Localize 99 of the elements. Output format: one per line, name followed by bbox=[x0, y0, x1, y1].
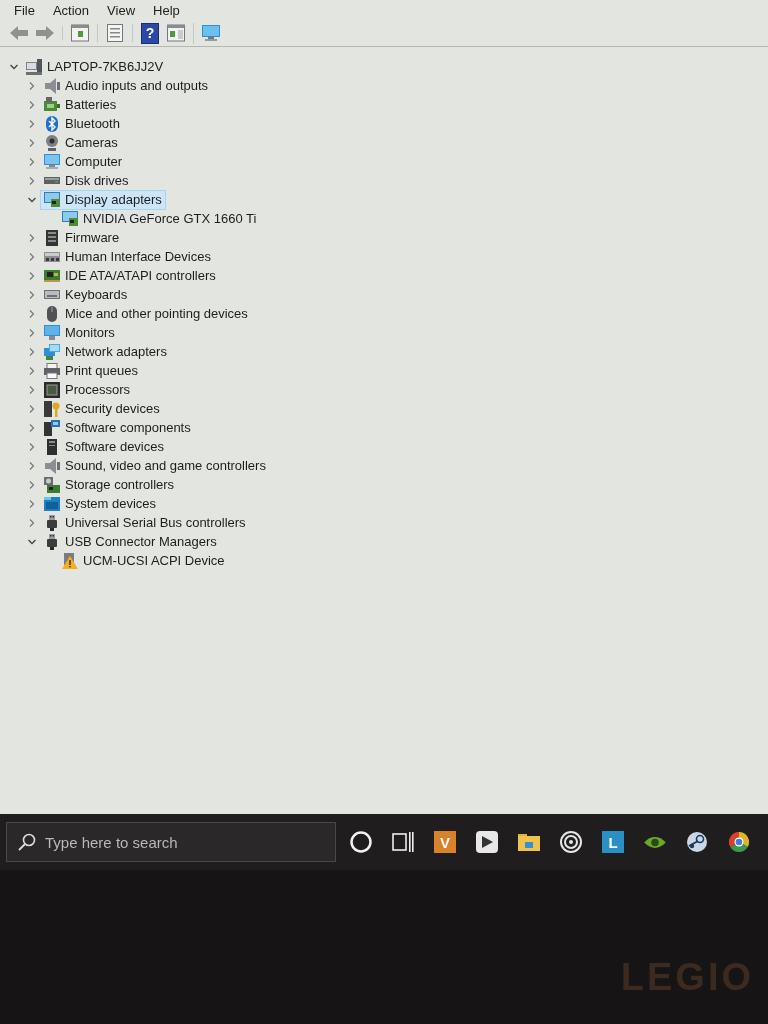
window-pane-icon[interactable] bbox=[71, 24, 89, 42]
chevron-right-icon[interactable] bbox=[28, 347, 36, 356]
system-folder-icon bbox=[44, 496, 60, 511]
storage-controller-icon bbox=[44, 476, 60, 493]
chevron-right-icon[interactable] bbox=[28, 233, 36, 242]
display-adapter-icon bbox=[62, 211, 78, 226]
chevron-right-icon[interactable] bbox=[28, 290, 36, 299]
segmented-circle-icon[interactable] bbox=[728, 831, 750, 853]
chevron-right-icon[interactable] bbox=[28, 309, 36, 318]
tree-item[interactable]: LAPTOP-7KB6JJ2V bbox=[22, 56, 168, 77]
concentric-rings-icon[interactable] bbox=[560, 831, 582, 853]
tree-item[interactable]: Software components bbox=[40, 417, 195, 438]
tree-item[interactable]: Bluetooth bbox=[40, 113, 124, 134]
play-icon[interactable] bbox=[476, 831, 498, 853]
display-adapter-icon bbox=[44, 192, 60, 207]
battery-icon bbox=[44, 96, 60, 113]
tree-item[interactable]: USB Connector Managers bbox=[40, 531, 221, 552]
tower-icon bbox=[47, 438, 57, 455]
chevron-right-icon[interactable] bbox=[28, 119, 36, 128]
chevron-down-icon[interactable] bbox=[28, 195, 36, 204]
tree-item[interactable]: Monitors bbox=[40, 322, 119, 343]
chevron-right-icon[interactable] bbox=[28, 252, 36, 261]
bluetooth-icon bbox=[46, 115, 58, 132]
key-circle-icon[interactable] bbox=[686, 831, 708, 853]
tree-item[interactable]: Security devices bbox=[40, 398, 164, 419]
chevron-down-icon[interactable] bbox=[10, 62, 18, 71]
chevron-right-icon[interactable] bbox=[28, 366, 36, 375]
mouse-icon bbox=[47, 305, 57, 322]
chevron-down-icon[interactable] bbox=[28, 537, 36, 546]
eye-logo-icon[interactable] bbox=[644, 835, 666, 849]
tree-item[interactable]: Processors bbox=[40, 379, 135, 400]
tree-item[interactable]: Network adapters bbox=[40, 341, 171, 362]
tree-item[interactable]: System devices bbox=[40, 493, 161, 514]
network-icon bbox=[44, 343, 60, 360]
tree-item[interactable]: Human Interface Devices bbox=[40, 246, 215, 267]
chevron-right-icon[interactable] bbox=[28, 499, 36, 508]
chip-icon bbox=[46, 229, 58, 246]
tree-item[interactable]: Universal Serial Bus controllers bbox=[40, 512, 250, 533]
monitor-icon bbox=[44, 154, 60, 169]
document-icon[interactable] bbox=[106, 24, 124, 42]
printer-icon bbox=[44, 362, 60, 379]
chevron-right-icon[interactable] bbox=[28, 442, 36, 451]
menu-item[interactable]: File bbox=[12, 3, 37, 18]
speaker-icon bbox=[44, 77, 60, 94]
tree-item[interactable]: Computer bbox=[40, 151, 127, 172]
input-device-icon bbox=[44, 251, 60, 262]
chevron-right-icon[interactable] bbox=[28, 328, 36, 337]
tree-item[interactable]: Software devices bbox=[40, 436, 168, 457]
tree-item[interactable]: UCM-UCSI ACPI Device bbox=[58, 550, 229, 571]
chevron-right-icon[interactable] bbox=[28, 423, 36, 432]
warning-device-icon bbox=[62, 552, 78, 569]
window-pane-icon[interactable] bbox=[167, 24, 185, 42]
tree-item[interactable]: Batteries bbox=[40, 94, 121, 115]
tree-item[interactable]: Keyboards bbox=[40, 284, 132, 305]
security-device-icon bbox=[44, 400, 60, 417]
tree-item[interactable]: Cameras bbox=[40, 132, 122, 153]
software-component-icon bbox=[44, 419, 60, 436]
tree-item[interactable]: NVIDIA GeForce GTX 1660 Ti bbox=[58, 208, 261, 229]
monitor-icon[interactable] bbox=[202, 24, 220, 42]
usb-plug-icon bbox=[47, 533, 57, 550]
chevron-right-icon[interactable] bbox=[28, 480, 36, 489]
tree-item[interactable]: Display adapters bbox=[40, 189, 166, 210]
tree-item[interactable]: Storage controllers bbox=[40, 474, 179, 495]
chevron-right-icon[interactable] bbox=[28, 100, 36, 109]
menu-item[interactable]: Help bbox=[151, 3, 182, 18]
tree-item[interactable]: Sound, video and game controllers bbox=[40, 455, 270, 476]
chevron-right-icon[interactable] bbox=[28, 81, 36, 90]
chevron-right-icon[interactable] bbox=[28, 157, 36, 166]
menu-item[interactable]: View bbox=[105, 3, 138, 18]
keyboard-icon bbox=[44, 290, 60, 299]
tree-item[interactable]: IDE ATA/ATAPI controllers bbox=[40, 265, 220, 286]
tree-item[interactable]: Mice and other pointing devices bbox=[40, 303, 252, 324]
processor-icon bbox=[44, 381, 60, 398]
chevron-right-icon[interactable] bbox=[28, 271, 36, 280]
circle-icon[interactable] bbox=[350, 831, 372, 853]
chevron-right-icon[interactable] bbox=[28, 404, 36, 413]
folder-icon[interactable] bbox=[518, 833, 540, 851]
tree-item[interactable]: Print queues bbox=[40, 360, 142, 381]
chevron-right-icon[interactable] bbox=[28, 385, 36, 394]
tree-item[interactable]: Disk drives bbox=[40, 170, 133, 191]
task-view-icon[interactable] bbox=[392, 831, 414, 853]
monitor-icon bbox=[44, 325, 60, 340]
tree-item[interactable]: Audio inputs and outputs bbox=[40, 75, 213, 96]
controller-card-icon bbox=[44, 269, 60, 282]
usb-plug-icon bbox=[47, 514, 57, 531]
disk-drive-icon bbox=[44, 177, 60, 184]
tree-item[interactable]: Firmware bbox=[40, 227, 124, 248]
chevron-right-icon[interactable] bbox=[28, 518, 36, 527]
help-button[interactable]: ? bbox=[141, 22, 159, 44]
speaker-icon bbox=[44, 457, 60, 474]
menu-item[interactable]: Action bbox=[50, 3, 92, 18]
webcam-icon bbox=[46, 134, 58, 151]
chevron-right-icon[interactable] bbox=[28, 461, 36, 470]
search-icon bbox=[18, 833, 36, 851]
chevron-right-icon[interactable] bbox=[28, 138, 36, 147]
chevron-right-icon[interactable] bbox=[28, 176, 36, 185]
app-tile[interactable]: L bbox=[602, 831, 624, 853]
computer-icon bbox=[26, 58, 42, 75]
search-field[interactable]: Type here to search bbox=[6, 822, 336, 862]
